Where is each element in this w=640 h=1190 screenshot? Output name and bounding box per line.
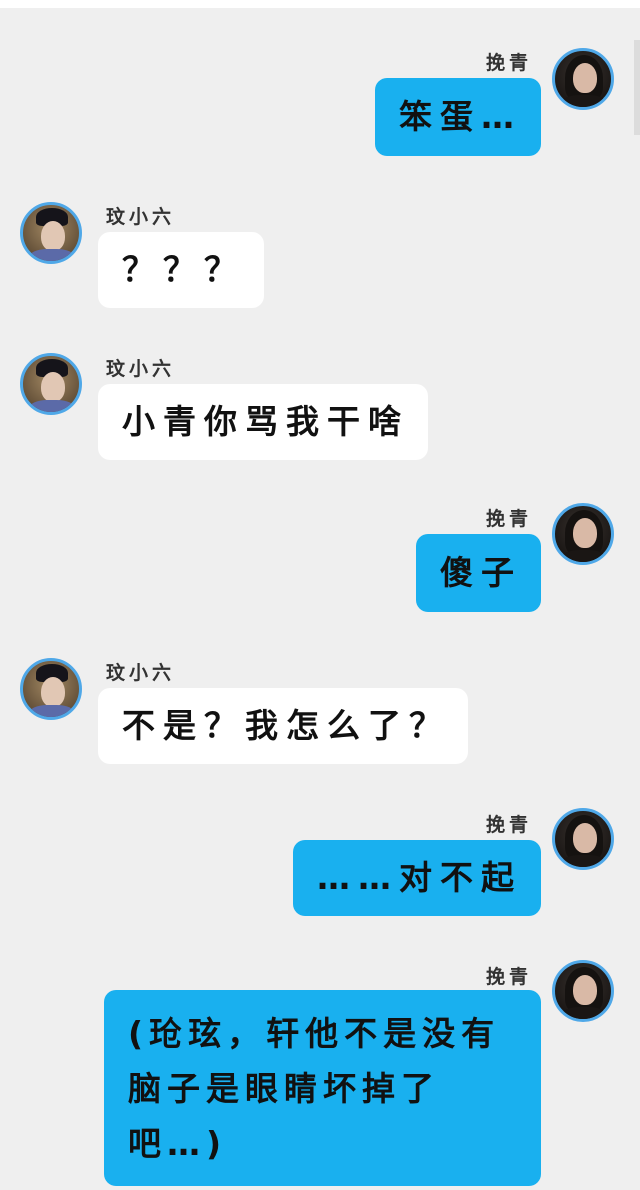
scroll-edge bbox=[634, 40, 640, 135]
message-bubble[interactable]: 小青你骂我干啥 bbox=[98, 384, 428, 460]
sender-name: 挽青 bbox=[486, 814, 533, 836]
message-bubble[interactable]: (玱玹，轩他不是没有脑子是眼睛坏掉了吧…) bbox=[104, 990, 541, 1186]
message-bubble[interactable]: ……对不起 bbox=[293, 840, 541, 916]
message-bubble[interactable]: 不是？我怎么了？ bbox=[98, 688, 468, 764]
avatar[interactable] bbox=[552, 503, 614, 565]
avatar[interactable] bbox=[20, 353, 82, 415]
sender-name: 挽青 bbox=[486, 966, 533, 988]
message-bubble[interactable]: 傻子 bbox=[416, 534, 541, 612]
sender-name: 玟小六 bbox=[106, 206, 176, 228]
message-bubble[interactable]: ？？？ bbox=[98, 232, 264, 308]
top-strip bbox=[0, 0, 640, 8]
avatar[interactable] bbox=[552, 808, 614, 870]
sender-name: 玟小六 bbox=[106, 662, 176, 684]
avatar[interactable] bbox=[552, 960, 614, 1022]
message-bubble[interactable]: 笨蛋… bbox=[375, 78, 541, 156]
sender-name: 玟小六 bbox=[106, 358, 176, 380]
avatar[interactable] bbox=[552, 48, 614, 110]
avatar[interactable] bbox=[20, 202, 82, 264]
sender-name: 挽青 bbox=[486, 508, 533, 530]
avatar[interactable] bbox=[20, 658, 82, 720]
sender-name: 挽青 bbox=[486, 52, 533, 74]
